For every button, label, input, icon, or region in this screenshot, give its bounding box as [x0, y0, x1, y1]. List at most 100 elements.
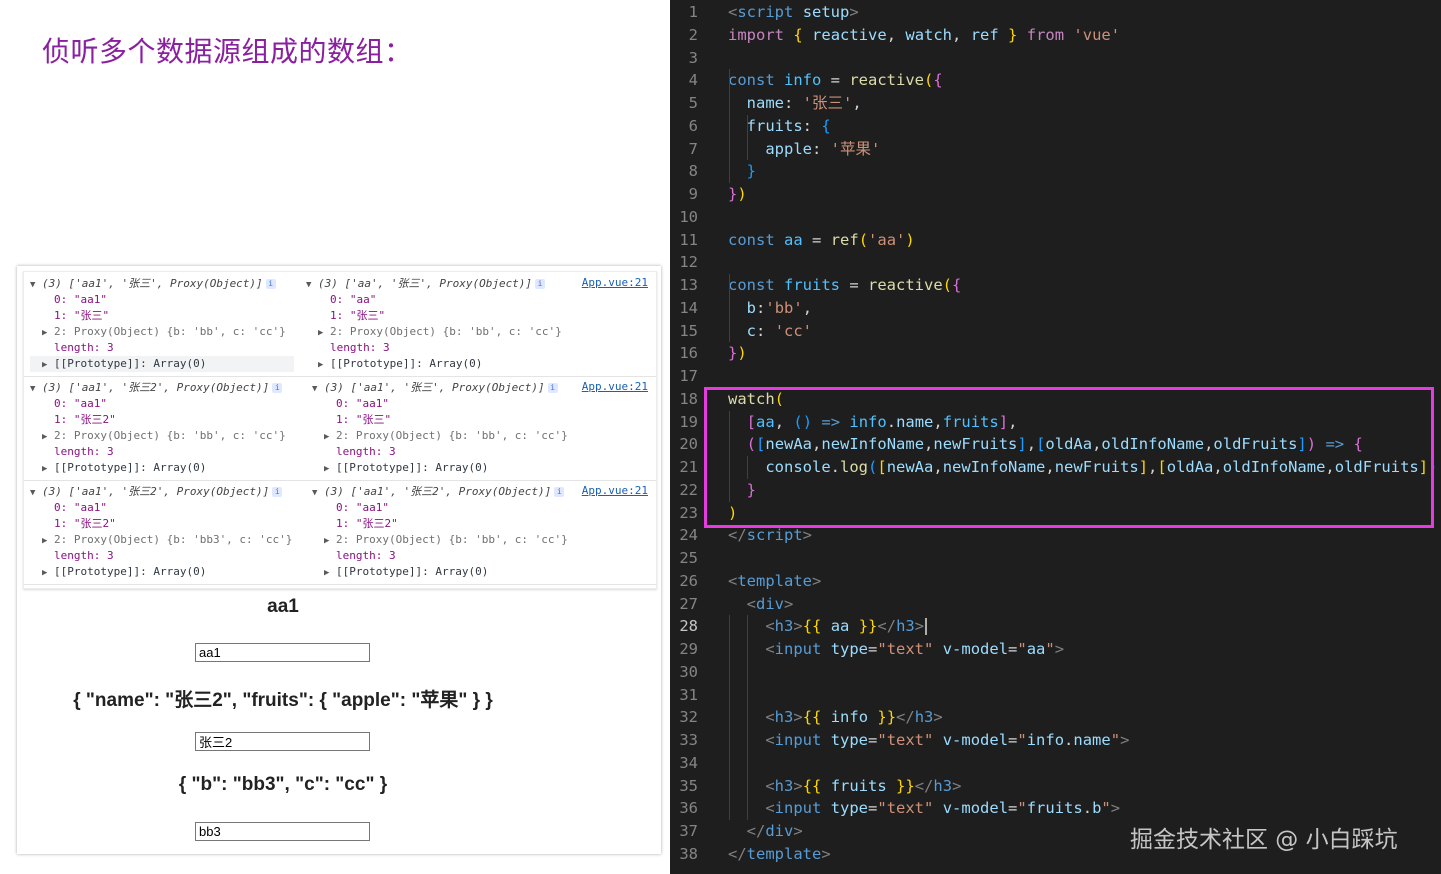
log-source-link[interactable]: App.vue:21: [582, 380, 648, 393]
log-item-1: 1: "张三2": [336, 517, 398, 530]
expand-triangle-icon[interactable]: ▶: [324, 565, 336, 581]
log-summary[interactable]: ▼ (3) ['aa1', '张三', Proxy(Object)] i: [30, 276, 294, 292]
expand-triangle-icon[interactable]: ▶: [318, 325, 330, 341]
devtools-console: ▼ (3) ['aa1', '张三', Proxy(Object)] i 0: "aa…: [23, 271, 657, 589]
code-line[interactable]: 5 name: '张三',: [670, 92, 1441, 115]
code-line[interactable]: 29 <input type="text" v-model="aa">: [670, 638, 1441, 661]
log-source-link[interactable]: App.vue:21: [582, 484, 648, 497]
log-prototype[interactable]: ▶ [[Prototype]]: Array(0): [312, 564, 568, 580]
expand-triangle-icon[interactable]: ▼: [306, 277, 318, 293]
log-prototype[interactable]: ▶ [[Prototype]]: Array(0): [30, 564, 292, 580]
expand-triangle-icon[interactable]: ▶: [42, 533, 54, 549]
code-line[interactable]: 25: [670, 547, 1441, 570]
code-line[interactable]: 32 <h3>{{ info }}</h3>: [670, 706, 1441, 729]
expand-triangle-icon[interactable]: ▶: [42, 565, 54, 581]
log-prototype[interactable]: ▶ [[Prototype]]: Array(0): [30, 460, 286, 476]
code-line[interactable]: 16}): [670, 342, 1441, 365]
h3-info: { "name": "张三2", "fruits": { "apple": "苹…: [73, 690, 493, 711]
code-line[interactable]: 9}): [670, 183, 1441, 206]
info-icon[interactable]: i: [272, 487, 283, 497]
code-line[interactable]: 2 import { reactive, watch, ref } from 'v…: [670, 24, 1441, 47]
log-summary[interactable]: ▼ (3) ['aa1', '张三', Proxy(Object)] i: [312, 380, 568, 396]
line-number: 2: [688, 25, 698, 44]
expand-triangle-icon[interactable]: ▶: [318, 357, 330, 373]
code-content: c: 'cc': [746, 321, 813, 340]
fruits-b-input[interactable]: [195, 822, 370, 841]
log-summary[interactable]: ▼ (3) ['aa', '张三', Proxy(Object)] i: [306, 276, 562, 292]
code-line[interactable]: 34: [670, 752, 1441, 775]
log-item-2[interactable]: ▶ 2: Proxy(Object) {b: 'bb3', c: 'cc'}: [30, 532, 292, 548]
code-line[interactable]: 7 apple: '苹果': [670, 138, 1441, 161]
expand-triangle-icon[interactable]: ▼: [30, 277, 42, 293]
line-number: 37: [679, 822, 698, 840]
h3-fruits: { "b": "bb3", "c": "cc" }: [178, 774, 388, 795]
expand-triangle-icon[interactable]: ▼: [312, 485, 324, 501]
expand-triangle-icon[interactable]: ▶: [324, 429, 336, 445]
code-line[interactable]: 28 <h3>{{ aa }}</h3>: [670, 615, 1441, 638]
expand-triangle-icon[interactable]: ▶: [324, 461, 336, 477]
code-line[interactable]: 12: [670, 251, 1441, 274]
expand-triangle-icon[interactable]: ▼: [30, 381, 42, 397]
info-icon[interactable]: i: [272, 383, 283, 393]
expand-triangle-icon[interactable]: ▶: [42, 461, 54, 477]
info-icon[interactable]: i: [554, 487, 565, 497]
log-item-2[interactable]: ▶ 2: Proxy(Object) {b: 'bb', c: 'cc'}: [30, 324, 294, 340]
code-line[interactable]: 17: [670, 365, 1441, 388]
code-line[interactable]: 27 <div>: [670, 593, 1441, 616]
console-log-entry: ▼ (3) ['aa1', '张三2', Proxy(Object)] i 0: "a…: [24, 480, 656, 585]
code-content: <h3>{{ info }}</h3>: [765, 708, 943, 727]
log-prototype[interactable]: ▶ [[Prototype]]: Array(0): [306, 356, 562, 372]
expand-triangle-icon[interactable]: ▶: [42, 429, 54, 445]
line-number: 24: [679, 526, 698, 545]
code-line[interactable]: 33 <input type="text" v-model="info.name…: [670, 729, 1441, 752]
log-source-link[interactable]: App.vue:21: [582, 276, 648, 289]
info-icon[interactable]: i: [547, 383, 558, 393]
code-line[interactable]: 26 <template>: [670, 570, 1441, 593]
code-line[interactable]: 3: [670, 47, 1441, 70]
info-icon[interactable]: i: [535, 279, 546, 289]
line-number: 6: [688, 116, 698, 135]
line-number: 11: [679, 230, 698, 249]
log-summary[interactable]: ▼ (3) ['aa1', '张三2', Proxy(Object)] i: [30, 380, 286, 396]
log-item-2[interactable]: ▶ 2: Proxy(Object) {b: 'bb', c: 'cc'}: [312, 428, 568, 444]
expand-triangle-icon[interactable]: ▶: [42, 325, 54, 341]
code-line[interactable]: 31: [670, 684, 1441, 707]
log-summary[interactable]: ▼ (3) ['aa1', '张三2', Proxy(Object)] i: [312, 484, 568, 500]
code-content: }: [746, 162, 757, 181]
code-line[interactable]: 8 }: [670, 160, 1441, 183]
line-number: 13: [679, 276, 698, 294]
info-icon[interactable]: i: [265, 279, 276, 289]
log-item-2[interactable]: ▶ 2: Proxy(Object) {b: 'bb', c: 'cc'}: [312, 532, 568, 548]
log-prototype[interactable]: ▶ [[Prototype]]: Array(0): [312, 460, 568, 476]
log-item-0: 0: "aa1": [54, 397, 107, 410]
code-line[interactable]: 10: [670, 206, 1441, 229]
log-item-2[interactable]: ▶ 2: Proxy(Object) {b: 'bb', c: 'cc'}: [30, 428, 286, 444]
code-line[interactable]: 14 b:'bb',: [670, 297, 1441, 320]
code-line[interactable]: 36 <input type="text" v-model="fruits.b"…: [670, 797, 1441, 820]
code-line[interactable]: 11 const aa = ref('aa'): [670, 229, 1441, 252]
line-number: 20: [679, 435, 698, 454]
log-summary[interactable]: ▼ (3) ['aa1', '张三2', Proxy(Object)] i: [30, 484, 292, 500]
log-array-old: ▼ (3) ['aa1', '张三', Proxy(Object)] i 0: "aa…: [312, 380, 568, 476]
indent-guide: [747, 615, 748, 820]
info-name-input[interactable]: [195, 732, 370, 751]
code-line[interactable]: 1 <script setup>: [670, 1, 1441, 24]
code-line[interactable]: 30: [670, 661, 1441, 684]
expand-triangle-icon[interactable]: ▶: [42, 357, 54, 373]
aa-input[interactable]: [195, 643, 370, 662]
code-line[interactable]: 35 <h3>{{ fruits }}</h3>: [670, 775, 1441, 798]
expand-triangle-icon[interactable]: ▼: [312, 381, 324, 397]
code-line[interactable]: 6 fruits: {: [670, 115, 1441, 138]
code-content: name: '张三',: [746, 94, 862, 112]
line-number: 22: [679, 480, 698, 499]
code-content: const fruits = reactive({: [728, 276, 962, 294]
expand-triangle-icon[interactable]: ▶: [324, 533, 336, 549]
expand-triangle-icon[interactable]: ▼: [30, 485, 42, 501]
code-line[interactable]: 13 const fruits = reactive({: [670, 274, 1441, 297]
app-preview: ▼ (3) ['aa1', '张三', Proxy(Object)] i 0: "aa…: [17, 266, 661, 854]
log-item-2[interactable]: ▶ 2: Proxy(Object) {b: 'bb', c: 'cc'}: [306, 324, 562, 340]
code-line[interactable]: 15 c: 'cc': [670, 320, 1441, 343]
log-item-0: 0: "aa1": [336, 501, 389, 514]
log-prototype[interactable]: ▶ [[Prototype]]: Array(0): [30, 356, 294, 372]
code-line[interactable]: 4 const info = reactive({: [670, 69, 1441, 92]
